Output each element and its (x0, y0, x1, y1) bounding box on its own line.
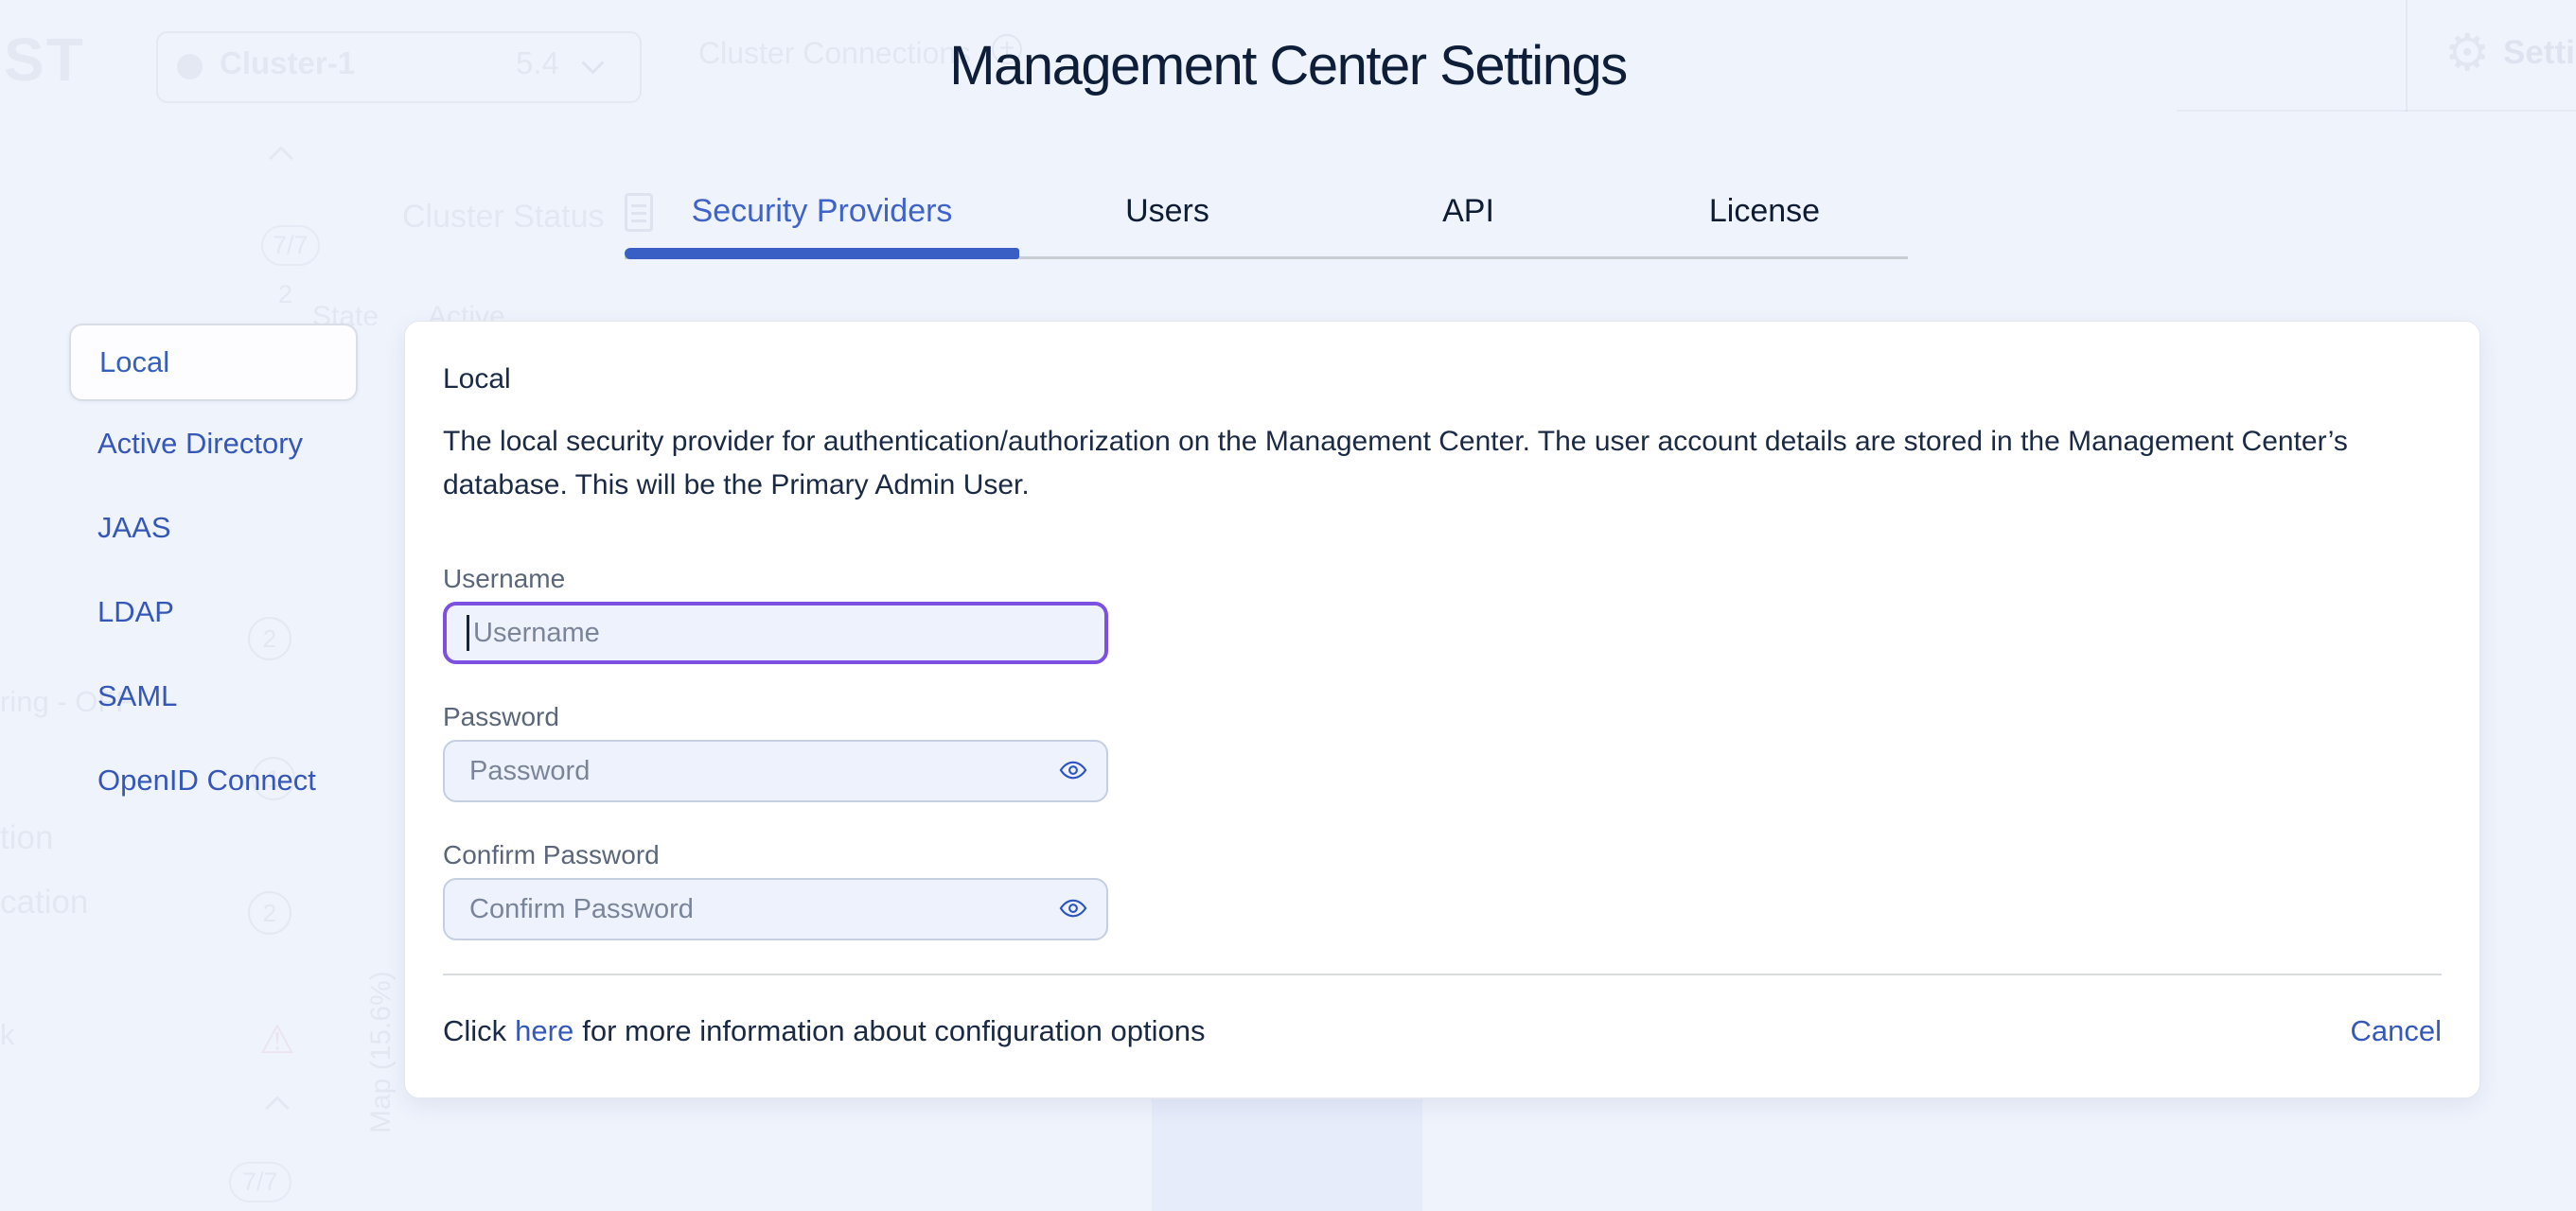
eye-icon (1055, 756, 1091, 787)
cancel-button[interactable]: Cancel (2351, 1014, 2443, 1048)
map-gauge-label: Map (15.6%) (365, 971, 397, 1133)
confirm-password-visibility-toggle[interactable] (1051, 887, 1095, 931)
tab-users[interactable]: Users (1019, 187, 1315, 259)
username-field-group: Username (443, 564, 1108, 664)
panel-description: The local security provider for authenti… (443, 426, 2348, 500)
sidebar-item-ldap[interactable]: LDAP (69, 570, 358, 654)
password-input-wrap (443, 740, 1108, 802)
chevron-up-icon (265, 1096, 290, 1120)
members-badge: 7/7 (229, 1162, 291, 1202)
footer-note-prefix: Click (443, 1014, 507, 1047)
card-footer: Click here for more information about conf… (443, 1009, 2442, 1053)
footer-note: Click here for more information about conf… (443, 1014, 1205, 1048)
warning-icon: ⚠ (259, 1017, 295, 1062)
local-provider-panel: Local The local security provider for au… (404, 321, 2480, 1098)
confirm-password-field-group: Confirm Password (443, 840, 1108, 940)
members-badge: 7/7 (261, 225, 320, 266)
background-panel (1152, 1099, 1422, 1211)
username-label: Username (443, 564, 566, 593)
sidebar-item-jaas[interactable]: JAAS (69, 485, 358, 570)
settings-tabs: Security Providers Users API License (625, 187, 1908, 259)
page-title: Management Center Settings (949, 35, 1628, 97)
username-input[interactable] (443, 602, 1108, 664)
cluster-status-label: Cluster Status (402, 199, 605, 235)
here-link[interactable]: here (515, 1014, 573, 1047)
count-label: 2 (278, 280, 293, 308)
sidebar-item-openid-connect[interactable]: OpenID Connect (69, 738, 358, 822)
clipped-label: tion (0, 819, 54, 856)
tab-api[interactable]: API (1315, 187, 1621, 259)
panel-heading: Local (443, 363, 511, 395)
footer-divider (443, 974, 2442, 975)
clipped-label: cation (0, 884, 89, 921)
footer-note-suffix: for more information about configuration… (582, 1014, 1206, 1047)
confirm-password-input[interactable] (443, 878, 1108, 940)
header-border (2177, 110, 2576, 112)
tab-security-providers[interactable]: Security Providers (625, 187, 1019, 259)
password-label: Password (443, 702, 559, 731)
clipped-label: k (0, 1018, 15, 1051)
password-field-group: Password (443, 702, 1108, 802)
sidebar-item-active-directory[interactable]: Active Directory (69, 401, 358, 485)
password-visibility-toggle[interactable] (1051, 749, 1095, 793)
password-input[interactable] (443, 740, 1108, 802)
username-input-wrap (443, 602, 1108, 664)
confirm-password-label: Confirm Password (443, 840, 660, 869)
text-caret (467, 615, 469, 651)
sidebar-item-local[interactable]: Local (69, 324, 358, 401)
count-badge: 2 (248, 891, 291, 935)
sidebar-item-saml[interactable]: SAML (69, 654, 358, 738)
confirm-password-input-wrap (443, 878, 1108, 940)
eye-icon (1055, 894, 1091, 925)
tab-license[interactable]: License (1621, 187, 1908, 259)
chevron-up-icon (269, 146, 293, 170)
security-providers-sidebar: Local Active Directory JAAS LDAP SAML Op… (69, 324, 358, 822)
